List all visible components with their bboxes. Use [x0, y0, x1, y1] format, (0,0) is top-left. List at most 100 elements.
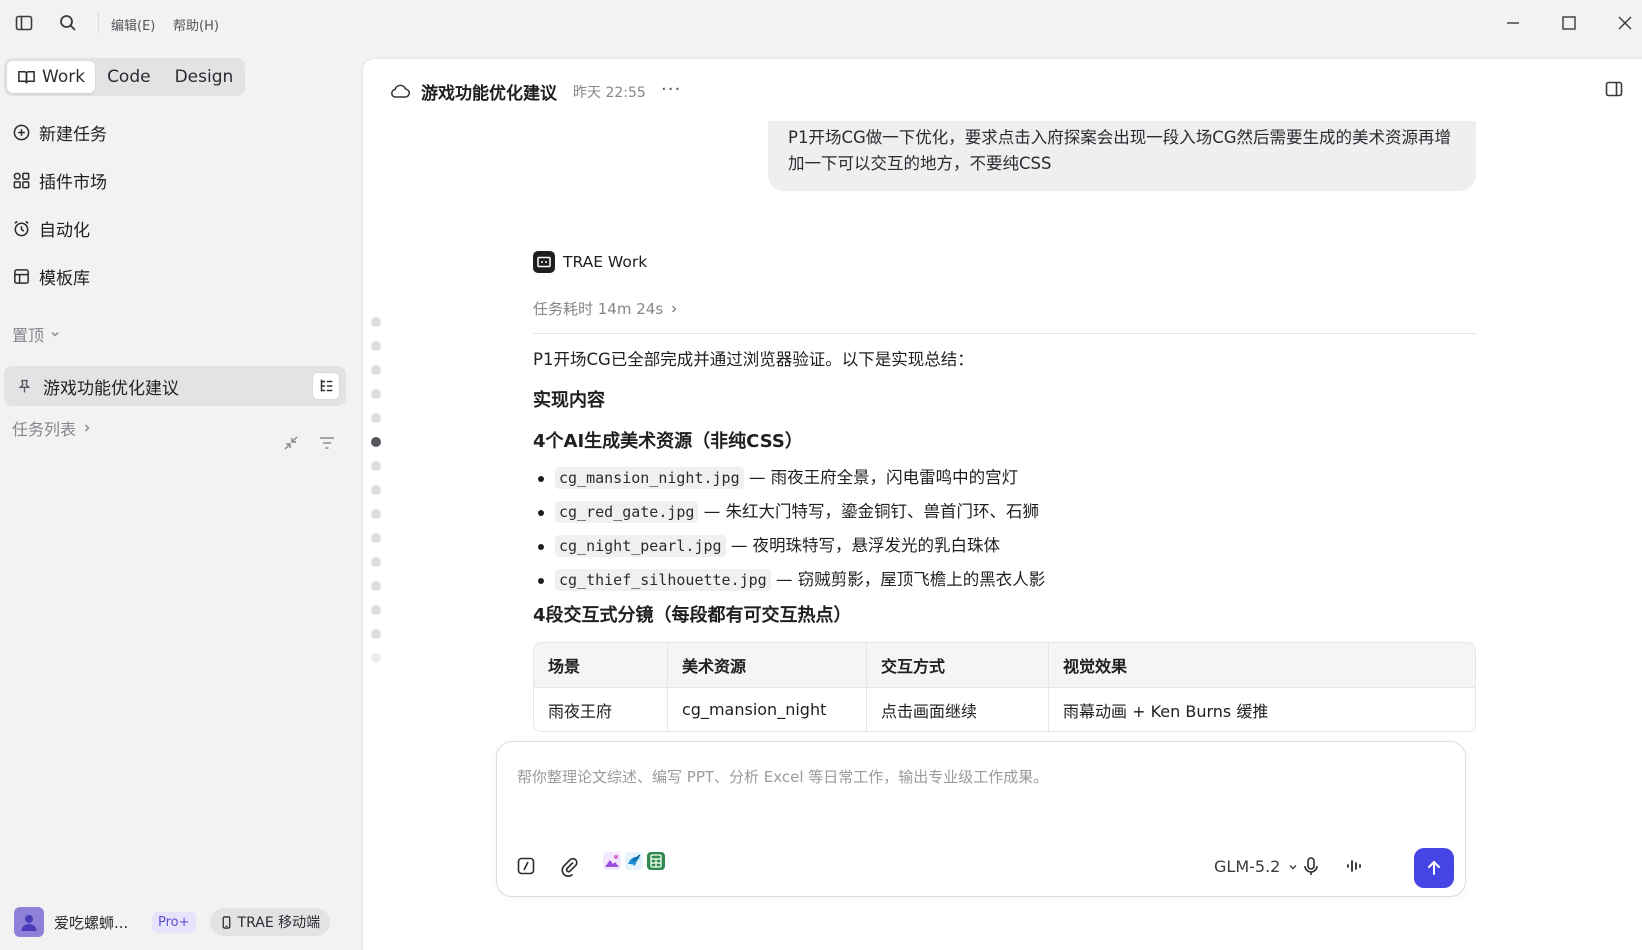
phone-icon [222, 915, 230, 929]
spreadsheet-skill-icon[interactable] [647, 852, 665, 870]
conversation-time: 昨天 22:55 [573, 85, 646, 101]
sidebar-item-new-task[interactable]: 新建任务 [12, 118, 107, 146]
scenes-table: 场景 美术资源 交互方式 视觉效果 雨夜王府 cg_mansion_night … [533, 642, 1476, 732]
composer-placeholder[interactable]: 帮你整理论文综述、编写 PPT、分析 Excel 等日常工作，输出专业级工作成果… [517, 766, 1048, 787]
timeline-dot[interactable] [371, 461, 381, 471]
alarm-clock-icon [12, 219, 31, 238]
send-button[interactable] [1414, 848, 1454, 888]
heading-scenes: 4段交互式分镜（每段都有可交互热点） [533, 605, 852, 626]
list-tree-icon [320, 379, 333, 392]
list-item: cg_red_gate.jpg — 朱红大门特写，鎏金铜钉、兽首门环、石狮 [533, 500, 1476, 524]
timeline-dot[interactable] [371, 509, 381, 519]
more-options-button[interactable]: ··· [661, 79, 681, 100]
tab-design[interactable]: Design [163, 61, 246, 93]
slash-command-icon[interactable] [515, 855, 537, 877]
assistant-name: TRAE Work [563, 253, 648, 271]
pinned-task-label: 游戏功能优化建议 [43, 378, 179, 399]
right-panel-toggle-icon[interactable] [1604, 79, 1624, 99]
asset-desc: — 朱红大门特写，鎏金铜钉、兽首门环、石狮 [703, 502, 1039, 521]
list-item: cg_night_pearl.jpg — 夜明珠特写，悬浮发光的乳白珠体 [533, 534, 1476, 558]
model-selector[interactable]: GLM-5.2 [1214, 857, 1298, 876]
timeline-dot[interactable] [371, 533, 381, 543]
chevron-right-icon [669, 304, 679, 314]
asset-desc: — 窃贼剪影，屋顶飞檐上的黑衣人影 [775, 570, 1046, 589]
mobile-app-button[interactable]: TRAE 移动端 [209, 908, 331, 936]
pinned-label: 置顶 [12, 326, 45, 345]
sidebar-item-label: 自动化 [39, 220, 90, 241]
tab-work[interactable]: Work [7, 61, 96, 93]
flow-skill-icon[interactable] [625, 852, 643, 870]
close-icon[interactable] [1614, 12, 1636, 34]
sidebar-item-label: 新建任务 [39, 124, 107, 145]
asset-filename: cg_thief_silhouette.jpg [555, 569, 771, 591]
tab-work-label: Work [42, 67, 86, 87]
sidebar-toggle-icon[interactable] [14, 13, 34, 33]
timeline-dot[interactable] [371, 581, 381, 591]
timeline-dot[interactable] [371, 653, 381, 663]
username[interactable]: 爱吃螺蛳... [54, 912, 146, 933]
title-bar: 编辑(E) 帮助(H) [0, 0, 1642, 46]
summary-intro: P1开场CG已全部完成并通过浏览器验证。以下是实现总结： [533, 350, 974, 369]
user-icon [21, 915, 37, 931]
filter-icon[interactable] [318, 434, 336, 452]
timeline-dot[interactable] [371, 389, 381, 399]
timeline-dot[interactable] [371, 557, 381, 567]
timeline-dot[interactable] [371, 629, 381, 639]
sidebar-item-plugin-market[interactable]: 插件市场 [12, 166, 107, 194]
mode-switch: Work Code Design [4, 58, 245, 96]
table-header-cell: 视觉效果 [1063, 657, 1128, 676]
timeline-dot[interactable] [371, 341, 381, 351]
asset-list: cg_mansion_night.jpg — 雨夜王府全景，闪电雷鸣中的宫灯 c… [533, 466, 1476, 592]
menu-edit[interactable]: 编辑(E) [111, 15, 155, 34]
plugin-grid-icon [12, 171, 31, 190]
paperclip-icon[interactable] [558, 855, 580, 877]
divider [533, 333, 1476, 334]
pinned-task-item[interactable]: 游戏功能优化建议 [4, 366, 346, 406]
avatar[interactable] [14, 907, 44, 937]
task-duration-label: 任务耗时 14m 24s [533, 300, 664, 318]
minimize-icon[interactable] [1502, 12, 1524, 34]
tab-code[interactable]: Code [95, 61, 163, 93]
task-list-tools [282, 434, 336, 452]
table-header-row: 场景 美术资源 交互方式 视觉效果 [534, 643, 1475, 687]
assistant-header: TRAE Work [533, 251, 647, 273]
plan-badge: Pro+ [152, 911, 196, 933]
list-item: cg_mansion_night.jpg — 雨夜王府全景，闪电雷鸣中的宫灯 [533, 466, 1476, 490]
chat-area[interactable]: P1开场CG做一下优化，要求点击入府探案会出现一段入场CG然后需要生成的美术资源… [363, 121, 1642, 811]
asset-filename: cg_mansion_night.jpg [555, 467, 744, 489]
image-skill-icon[interactable] [603, 852, 621, 870]
voice-wave-icon[interactable] [1343, 855, 1365, 877]
sidebar-item-templates[interactable]: 模板库 [12, 262, 90, 290]
task-outline-button[interactable] [312, 372, 340, 400]
main-panel: 游戏功能优化建议 昨天 22:55 ··· P1开场CG做一下优化，要求点击入府… [362, 58, 1642, 950]
chevron-down-icon [50, 329, 60, 339]
asset-filename: cg_red_gate.jpg [555, 501, 699, 523]
maximize-icon[interactable] [1558, 12, 1580, 34]
timeline-dot[interactable] [371, 365, 381, 375]
titlebar-divider [98, 12, 99, 34]
timeline-dot[interactable] [371, 317, 381, 327]
collapse-icon[interactable] [282, 434, 300, 452]
search-icon[interactable] [58, 13, 78, 33]
timeline-dot[interactable] [371, 413, 381, 423]
cloud-icon [389, 81, 411, 101]
pinned-section-toggle[interactable]: 置顶 [12, 322, 60, 346]
mobile-app-label: TRAE 移动端 [237, 915, 321, 931]
conversation-title[interactable]: 游戏功能优化建议 [421, 79, 557, 104]
chevron-down-icon [1288, 862, 1298, 872]
timeline-dot[interactable] [371, 605, 381, 615]
message-composer[interactable]: 帮你整理论文综述、编写 PPT、分析 Excel 等日常工作，输出专业级工作成果… [496, 741, 1466, 897]
user-message-bubble: P1开场CG做一下优化，要求点击入府探案会出现一段入场CG然后需要生成的美术资源… [768, 121, 1476, 191]
timeline-dot-active[interactable] [371, 437, 381, 447]
chevron-right-icon [82, 423, 92, 433]
timeline-dot[interactable] [371, 485, 381, 495]
heading-implementation: 实现内容 [533, 390, 605, 411]
microphone-icon[interactable] [1300, 855, 1322, 877]
sidebar-item-automation[interactable]: 自动化 [12, 214, 90, 242]
menu-help[interactable]: 帮助(H) [173, 15, 219, 34]
task-duration-toggle[interactable]: 任务耗时 14m 24s [533, 298, 679, 319]
sidebar-item-label: 模板库 [39, 268, 90, 289]
asset-desc: — 夜明珠特写，悬浮发光的乳白珠体 [730, 536, 1001, 555]
skill-shortcuts[interactable] [603, 852, 665, 870]
task-list-toggle[interactable]: 任务列表 [12, 416, 92, 440]
